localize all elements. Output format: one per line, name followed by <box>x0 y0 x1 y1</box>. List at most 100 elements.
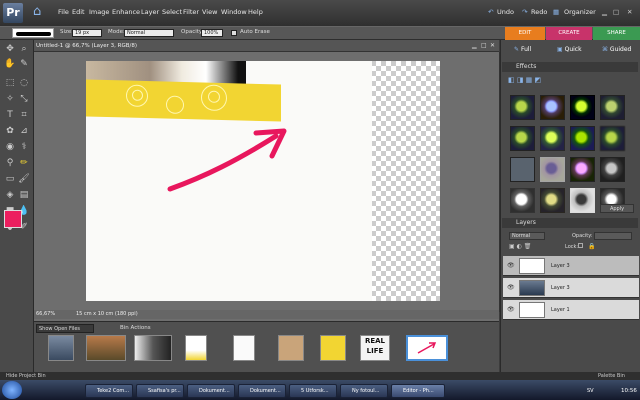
pencil-tool-icon[interactable]: ✏ <box>18 158 30 169</box>
bin-actions-menu[interactable]: Bin Actions <box>120 325 151 331</box>
mode-select[interactable]: Normal <box>124 29 174 37</box>
menu-enhance[interactable]: Enhance <box>112 8 140 16</box>
effects-apply-button[interactable]: Apply <box>600 204 634 213</box>
effect-thumbnail[interactable] <box>600 157 625 182</box>
layer-tool-icons[interactable]: ▣ ◐ 🗑 <box>509 243 531 250</box>
effect-thumbnail[interactable] <box>540 188 565 213</box>
bin-thumbnail[interactable] <box>86 335 126 361</box>
taskbar-item[interactable]: Ssafisa's pr... <box>136 384 184 398</box>
bin-thumbnail[interactable] <box>233 335 255 361</box>
palette-bin-button[interactable]: Palette Bin <box>598 372 625 380</box>
bin-thumbnail-real-life[interactable]: REAL LIFE <box>360 335 390 361</box>
bin-thumbnail-active[interactable] <box>406 335 448 361</box>
home-icon[interactable]: ⌂ <box>33 5 47 19</box>
clock[interactable]: 10:56 <box>621 388 637 394</box>
taskbar-item[interactable]: Dokument... <box>238 384 286 398</box>
eraser-tool-icon[interactable]: ▭ <box>4 174 16 185</box>
size-field[interactable]: 19 px <box>72 29 102 37</box>
red-eye-tool-icon[interactable]: ◉ <box>4 142 16 153</box>
taskbar-item[interactable]: Teke2 Com... <box>85 384 133 398</box>
mode-guided-button[interactable]: ⌘ Guided <box>602 44 631 56</box>
maximize-icon[interactable]: □ <box>613 8 619 16</box>
effect-thumbnail[interactable] <box>570 95 595 120</box>
doc-minimize-icon[interactable]: ▁ <box>472 42 477 49</box>
effect-thumbnail[interactable] <box>510 126 535 151</box>
taskbar-item[interactable]: Dokument... <box>187 384 235 398</box>
minimize-icon[interactable]: ▁ <box>602 8 607 16</box>
straighten-tool-icon[interactable]: ⊿ <box>18 126 30 137</box>
menu-filter[interactable]: Filter <box>183 8 199 16</box>
opacity-field[interactable]: 100% <box>201 29 223 37</box>
undo-button[interactable]: Undo <box>497 8 514 16</box>
effect-thumbnail[interactable] <box>600 95 625 120</box>
eyedropper-tool-icon[interactable]: ✎ <box>18 59 30 70</box>
layer-opacity-field[interactable] <box>594 232 632 240</box>
undo-icon[interactable]: ↶ <box>488 8 493 16</box>
organizer-icon[interactable]: ▦ <box>553 8 559 16</box>
blend-mode-select[interactable]: Normal <box>509 232 545 240</box>
hide-project-bin-button[interactable]: Hide Project Bin <box>6 372 46 380</box>
close-icon[interactable]: ✕ <box>627 8 632 16</box>
taskbar-item[interactable]: 5 Utforsk... <box>289 384 337 398</box>
effect-thumbnail[interactable] <box>570 188 595 213</box>
menu-view[interactable]: View <box>202 8 217 16</box>
show-open-files-select[interactable]: Show Open Files <box>36 324 94 333</box>
tab-create[interactable]: CREATE <box>546 27 592 40</box>
marquee-tool-icon[interactable]: ⬚ <box>4 78 16 89</box>
bin-thumbnail[interactable] <box>185 335 207 361</box>
eye-icon[interactable]: 👁 <box>507 306 515 313</box>
layer-row[interactable]: 👁 Layer 1 <box>503 300 639 320</box>
effect-thumbnail[interactable] <box>540 126 565 151</box>
paint-bucket-icon[interactable]: ◈ <box>4 190 16 201</box>
effect-thumbnail[interactable] <box>570 126 595 151</box>
doc-maximize-icon[interactable]: □ <box>481 42 487 49</box>
crop-tool-icon[interactable]: ⌗ <box>18 110 30 121</box>
cookie-cutter-icon[interactable]: ✿ <box>4 126 16 137</box>
tab-share[interactable]: SHARE <box>593 27 640 40</box>
bin-thumbnail[interactable] <box>134 335 172 361</box>
doc-close-icon[interactable]: ✕ <box>490 42 495 49</box>
lock-transparency-icon[interactable] <box>578 243 583 248</box>
brush-preset-picker[interactable] <box>12 28 54 38</box>
layer-row-active[interactable]: 👁 Layer 3 <box>503 256 639 276</box>
taskbar-item[interactable]: Ny fotoul... <box>340 384 388 398</box>
magic-wand-tool-icon[interactable]: ✧ <box>4 94 16 105</box>
effect-thumbnail[interactable] <box>510 95 535 120</box>
layer-row[interactable]: 👁 Layer 3 <box>503 278 639 298</box>
organizer-button[interactable]: Organizer <box>564 8 596 16</box>
move-tool-icon[interactable]: ✥ <box>4 44 16 55</box>
start-button[interactable] <box>2 381 22 399</box>
language-indicator[interactable]: SV <box>587 388 594 394</box>
gradient-tool-icon[interactable]: ▤ <box>18 190 30 201</box>
mode-quick-button[interactable]: ▣ Quick <box>557 44 582 56</box>
brush-tool-icon[interactable]: 🖌 <box>18 174 30 185</box>
effect-thumbnail[interactable] <box>540 157 565 182</box>
menu-image[interactable]: Image <box>89 8 109 16</box>
menu-window[interactable]: Window <box>221 8 247 16</box>
healing-brush-icon[interactable]: ⚕ <box>18 142 30 153</box>
menu-layer[interactable]: Layer <box>141 8 159 16</box>
layers-panel-header[interactable]: Layers <box>502 218 638 228</box>
selection-brush-icon[interactable]: ⤡ <box>18 94 30 105</box>
menu-file[interactable]: File <box>58 8 69 16</box>
effect-thumbnail[interactable] <box>540 95 565 120</box>
menu-edit[interactable]: Edit <box>72 8 85 16</box>
effects-panel-header[interactable]: Effects <box>502 62 638 72</box>
redo-button[interactable]: Redo <box>531 8 547 16</box>
eye-icon[interactable]: 👁 <box>507 262 515 269</box>
mode-full-button[interactable]: ✎ Full <box>514 44 531 56</box>
tab-edit[interactable]: EDIT <box>505 27 545 40</box>
menu-select[interactable]: Select <box>162 8 182 16</box>
lock-all-icon[interactable]: 🔒 <box>588 243 595 250</box>
effect-thumbnail[interactable] <box>600 126 625 151</box>
zoom-tool-icon[interactable]: ⌕ <box>18 44 30 55</box>
bin-thumbnail[interactable] <box>320 335 346 361</box>
bin-thumbnail[interactable] <box>278 335 304 361</box>
foreground-color-swatch[interactable] <box>4 210 22 228</box>
effect-thumbnail[interactable] <box>510 157 535 182</box>
taskbar-item[interactable]: Editor - Ph... <box>391 384 445 398</box>
auto-erase-checkbox[interactable] <box>231 30 237 36</box>
hand-tool-icon[interactable]: ✋ <box>4 59 16 70</box>
effects-category-icons[interactable]: ◧ ◨ ▦ ◩ <box>508 76 638 86</box>
clone-stamp-icon[interactable]: ⚲ <box>4 158 16 169</box>
